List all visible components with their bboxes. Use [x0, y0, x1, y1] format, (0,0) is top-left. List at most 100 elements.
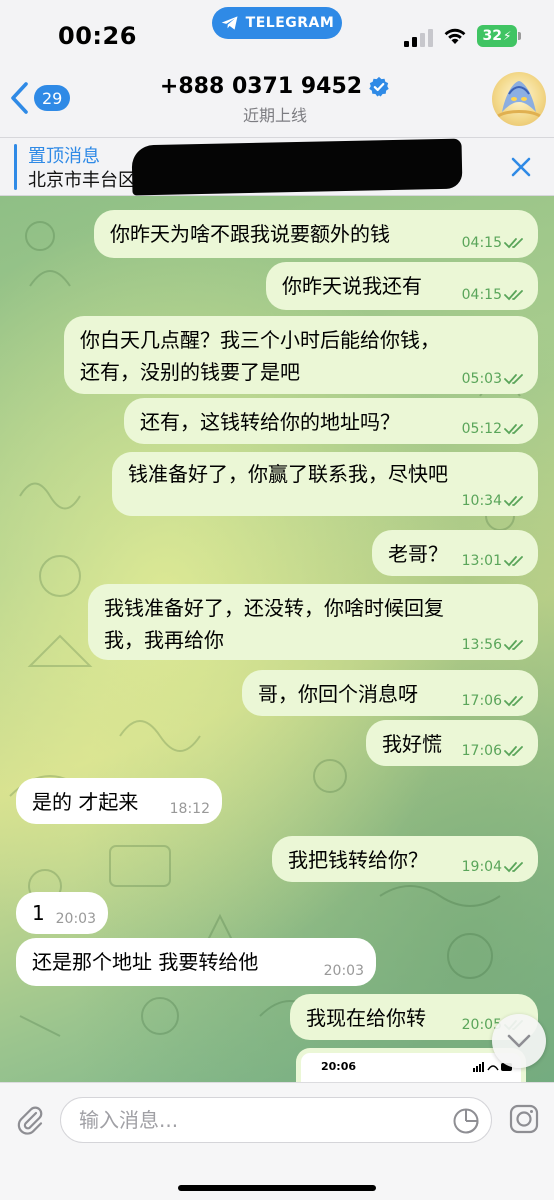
message-text: 你昨天说我还有 — [282, 274, 422, 298]
read-ticks-icon — [504, 290, 523, 301]
message-time: 19:04 — [461, 859, 502, 875]
message-bubble[interactable]: 你昨天为啥不跟我说要额外的钱 04:15 — [94, 210, 538, 258]
message-time: 17:06 — [461, 693, 502, 709]
chevron-left-icon — [11, 82, 28, 114]
message-meta: 13:56 — [462, 636, 526, 654]
message-text: 是的 才起来 — [32, 790, 139, 814]
top-chrome: 00:26 TELEGRAM 32 ⚡ 29 +888 0371 9452 近期… — [0, 0, 554, 196]
close-icon[interactable] — [508, 154, 534, 180]
battery-level: 32 — [482, 28, 503, 44]
message-meta: 19:04 — [462, 858, 526, 876]
message-text: 哥，你回个消息呀 — [258, 682, 418, 706]
chat-title-text: +888 0371 9452 — [159, 74, 363, 99]
message-meta: 20:03 — [324, 962, 364, 980]
message-bubble[interactable]: 你白天几点醒？我三个小时后能给你钱， 还有，没别的钱要了是吧 05:03 — [64, 316, 538, 394]
read-ticks-icon — [504, 424, 523, 435]
message-time: 20:03 — [55, 911, 96, 927]
paperclip-icon[interactable] — [14, 1103, 46, 1135]
message-meta: 18:12 — [170, 800, 210, 818]
telegram-pill[interactable]: TELEGRAM — [212, 7, 342, 39]
message-meta: 20:03 — [56, 910, 96, 928]
message-bubble[interactable]: 我把钱转给你？ 19:04 — [272, 836, 538, 882]
pinned-preview-text: 北京市丰台区 — [28, 170, 136, 191]
message-text: 我钱准备好了，还没转，你啥时候回复 我，我再给你 — [104, 596, 444, 652]
message-bubble[interactable]: 还是那个地址 我要转给他 20:03 — [16, 938, 376, 986]
message-time: 05:12 — [461, 421, 502, 437]
redaction-mark — [131, 138, 463, 196]
message-text: 钱准备好了，你赢了联系我，尽快吧 — [128, 462, 448, 486]
avatar[interactable] — [492, 72, 546, 126]
battery-tip — [518, 32, 521, 40]
home-indicator — [178, 1185, 376, 1191]
message-meta: 13:01 — [462, 552, 526, 570]
message-text: 你昨天为啥不跟我说要额外的钱 — [110, 222, 390, 246]
message-time: 17:06 — [461, 743, 502, 759]
message-meta: 10:34 — [462, 492, 526, 510]
scroll-to-bottom-button[interactable] — [492, 1014, 546, 1068]
read-ticks-icon — [504, 862, 523, 873]
wifi-icon — [444, 28, 466, 44]
pinned-accent-line — [14, 144, 17, 190]
pinned-message-bar[interactable]: 置顶消息 北京市丰台区 — [0, 137, 554, 196]
message-time: 18:12 — [169, 801, 210, 817]
message-bubble[interactable]: 还有，这钱转给你的地址吗？ 05:12 — [124, 398, 538, 444]
back-button[interactable]: 29 — [8, 78, 71, 118]
message-bubble[interactable]: 我钱准备好了，还没转，你啥时候回复 我，我再给你 13:56 — [88, 584, 538, 660]
message-time: 04:15 — [461, 235, 502, 251]
message-bubble[interactable]: 我好慌 17:06 — [366, 720, 538, 766]
message-bubble[interactable]: 老哥？ 13:01 — [372, 530, 538, 576]
sticker-icon[interactable] — [452, 1107, 480, 1135]
camera-icon[interactable] — [508, 1103, 540, 1135]
chat-last-seen: 近期上线 — [242, 106, 307, 125]
message-text: 你白天几点醒？我三个小时后能给你钱， 还有，没别的钱要了是吧 — [80, 328, 440, 384]
chevron-down-icon — [507, 1034, 531, 1048]
read-ticks-icon — [504, 556, 523, 567]
battery-indicator: 32 ⚡ — [477, 25, 517, 47]
message-time: 13:01 — [461, 553, 502, 569]
message-time: 13:56 — [461, 637, 502, 653]
chat-title[interactable]: +888 0371 9452 — [150, 74, 400, 99]
attachment-status-time: 20:06 — [321, 1060, 357, 1073]
message-text: 我现在给你转 — [306, 1006, 426, 1030]
message-text: 还是那个地址 我要转给他 — [32, 950, 259, 974]
message-text: 还有，这钱转给你的地址吗？ — [140, 410, 400, 434]
chat-header: 29 +888 0371 9452 近期上线 — [0, 64, 554, 136]
telegram-plane-icon — [221, 16, 238, 30]
message-composer — [0, 1082, 554, 1200]
message-text: 老哥？ — [388, 542, 448, 566]
status-bar: 00:26 TELEGRAM 32 ⚡ — [0, 0, 554, 64]
telegram-pill-label: TELEGRAM — [245, 15, 335, 31]
charging-bolt-icon: ⚡ — [503, 29, 512, 43]
message-bubble[interactable]: 钱准备好了，你赢了联系我，尽快吧 10:34 — [112, 452, 538, 516]
read-ticks-icon — [504, 640, 523, 651]
read-ticks-icon — [504, 238, 523, 249]
message-meta: 05:12 — [462, 420, 526, 438]
message-bubble[interactable]: 1 20:03 — [16, 892, 108, 934]
unread-count-badge: 29 — [34, 85, 71, 111]
message-time: 05:03 — [461, 371, 502, 387]
signal-icon — [404, 29, 433, 47]
message-bubble[interactable]: 你昨天说我还有 04:15 — [266, 262, 538, 310]
message-time: 04:15 — [461, 287, 502, 303]
message-text: 1 — [32, 901, 45, 925]
message-meta: 05:03 — [462, 370, 526, 388]
message-time: 20:03 — [323, 963, 364, 979]
pinned-label: 置顶消息 — [28, 146, 100, 167]
status-time: 00:26 — [58, 22, 137, 50]
image-attachment[interactable]: 20:06 — [296, 1048, 526, 1082]
read-ticks-icon — [504, 496, 523, 507]
chat-background: 你昨天为啥不跟我说要额外的钱 04:15 你昨天说我还有 04:15 你白天几点… — [0, 196, 554, 1082]
message-meta: 17:06 — [462, 692, 526, 710]
message-meta: 04:15 — [462, 286, 526, 304]
message-input[interactable] — [60, 1097, 492, 1143]
message-text: 我好慌 — [382, 732, 442, 756]
verified-badge-icon — [369, 76, 389, 97]
message-bubble[interactable]: 是的 才起来 18:12 — [16, 778, 222, 824]
message-bubble[interactable]: 哥，你回个消息呀 17:06 — [242, 670, 538, 716]
read-ticks-icon — [504, 374, 523, 385]
avatar-image-icon — [497, 81, 541, 118]
read-ticks-icon — [504, 746, 523, 757]
message-meta: 04:15 — [462, 234, 526, 252]
message-meta: 17:06 — [462, 742, 526, 760]
message-time: 10:34 — [461, 493, 502, 509]
